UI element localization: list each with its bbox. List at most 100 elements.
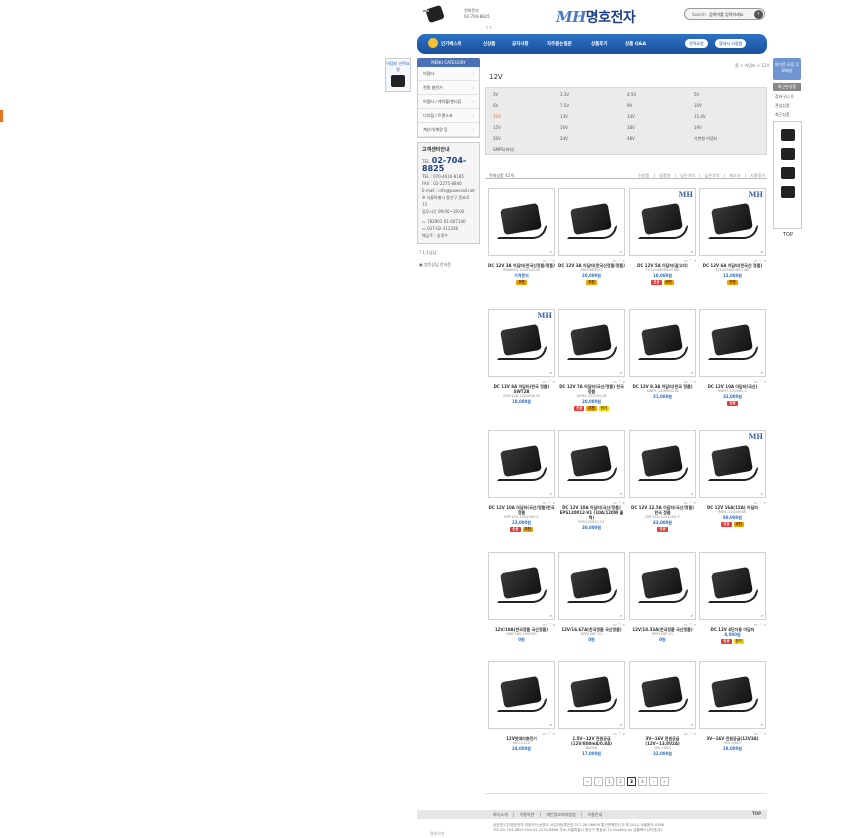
zoom-icon[interactable]: ⌕: [691, 249, 693, 254]
subcategory-link[interactable]: 5V: [694, 92, 699, 97]
zoom-icon[interactable]: ⌕: [691, 613, 693, 618]
page-button[interactable]: «: [583, 777, 592, 786]
invoice-button[interactable]: 명세서 사용법: [715, 39, 747, 48]
product-card[interactable]: ⌕ ▭ ♡ ⌕ 12V/16.67A(한국정품 국산정품) EPP200F-V1 0원: [558, 552, 625, 664]
zoom-icon[interactable]: ⌕: [620, 491, 622, 496]
subcategory-link[interactable]: 9V: [627, 103, 632, 108]
zoom-icon[interactable]: ⌕: [550, 491, 552, 496]
page-button[interactable]: »: [660, 777, 669, 786]
product-image[interactable]: ⌕: [558, 552, 625, 620]
page-button[interactable]: 3: [627, 777, 636, 786]
subcategory-link[interactable]: 3.3V: [560, 92, 569, 97]
product-name[interactable]: 3V~16V 전원공급 (12V~13.8V2A): [645, 736, 680, 746]
product-card[interactable]: ⌕ ▭ ♡ ⌕ DC 12V 8.3A 아답터(한국 정품) SWPF-1200000…: [629, 309, 696, 421]
product-image[interactable]: MH ⌕: [488, 309, 555, 377]
subcategory-link[interactable]: 15.4V: [694, 114, 706, 119]
zoom-icon[interactable]: ⌕: [550, 722, 552, 727]
product-name[interactable]: DC 12V 7A 아답터(국산/정품) 한국 정품: [559, 384, 624, 394]
product-image[interactable]: ⌕: [558, 309, 625, 377]
banner-arrows[interactable]: ‹ ›: [486, 25, 492, 31]
footer-links[interactable]: 회사소개 | 이용약관 | 개인정보처리방침 | 이용안내: [493, 812, 602, 818]
zoom-icon[interactable]: ⌕: [691, 491, 693, 496]
quick-banner[interactable]: 아이콘 모음 무료배송: [773, 58, 801, 80]
recent-thumb[interactable]: [780, 129, 795, 141]
sort-low-price[interactable]: 낮은가격: [680, 173, 695, 178]
zoom-icon[interactable]: ⌕: [691, 370, 693, 375]
zoom-icon[interactable]: ⌕: [761, 370, 763, 375]
subcategory-link[interactable]: 24V: [560, 136, 568, 141]
category-item[interactable]: 어댑터: [418, 67, 479, 81]
category-item[interactable]: 어댑터 / 케이블/젠더류: [418, 95, 479, 109]
page-button[interactable]: ›: [649, 777, 658, 786]
quick-wish[interactable]: 관심상품: [773, 103, 803, 109]
product-card[interactable]: ⌕ ▭ ♡ ⌕ 12V/10A(한국정품 국산정품) SWF160-1000SG 0원: [488, 552, 555, 664]
recent-thumb[interactable]: [780, 148, 795, 160]
quick-recent[interactable]: 최근상품: [773, 112, 803, 118]
sort-new[interactable]: 신상품: [638, 173, 649, 178]
zoom-icon[interactable]: ⌕: [620, 722, 622, 727]
product-image[interactable]: ⌕: [699, 661, 766, 729]
product-name[interactable]: DC 12V 8A 아답터(한국 정품) SWT2B: [494, 384, 550, 394]
product-card[interactable]: MH ⌕ ▭ ♡ ⌕ DC 12V 8A 아답터(한국 정품) SWT2B SW2108…: [488, 309, 555, 421]
nav-notice[interactable]: 공지사항: [512, 41, 529, 47]
zoom-icon[interactable]: ⌕: [550, 613, 552, 618]
page-button[interactable]: 2: [616, 777, 625, 786]
product-image[interactable]: MH ⌕: [629, 188, 696, 256]
subcategory-link[interactable]: 3V: [493, 92, 498, 97]
subcategory-link[interactable]: SMPS(파워): [493, 147, 514, 153]
subcategory-link[interactable]: 4.5V: [627, 92, 636, 97]
product-card[interactable]: MH ⌕ ▭ ♡ ⌕ DC 12V 6A 아답터(한국산 정품) TY1205000(K…: [699, 188, 766, 300]
search-button[interactable]: ›: [754, 10, 763, 19]
zoom-icon[interactable]: ⌕: [620, 249, 622, 254]
sort-high-price[interactable]: 높은가격: [705, 173, 720, 178]
product-card[interactable]: ⌕ ▭ ♡ ⌕ DC 12V 10A 아답터(국산/정품) EPS120012-V1…: [558, 430, 625, 542]
subcategory-link[interactable]: 15V: [493, 125, 501, 130]
recent-thumb[interactable]: [780, 186, 795, 198]
footer-top-button[interactable]: TOP: [752, 811, 761, 816]
subcategory-link[interactable]: 13V: [560, 114, 568, 119]
product-image[interactable]: ⌕: [558, 188, 625, 256]
product-image[interactable]: ⌕: [488, 188, 555, 256]
page-button[interactable]: ‹: [594, 777, 603, 786]
product-image[interactable]: ⌕: [488, 552, 555, 620]
product-image[interactable]: ⌕: [629, 430, 696, 498]
product-name[interactable]: DC 12V 10A 아답터(국산/정품) EPS120012-V1 (10A/…: [560, 505, 624, 520]
product-image[interactable]: ⌕: [558, 430, 625, 498]
zoom-icon[interactable]: ⌕: [620, 370, 622, 375]
product-image[interactable]: ⌕: [629, 661, 696, 729]
product-name[interactable]: DC 12V 10A 아답터(국산/정품)한국 정품: [489, 505, 555, 515]
subcategory-link[interactable]: 가변형 어댑터: [694, 136, 717, 142]
sort-maker[interactable]: 제조사: [729, 173, 740, 178]
page-button[interactable]: 1: [605, 777, 614, 786]
subcategory-link[interactable]: 14V: [627, 114, 635, 119]
product-image[interactable]: ⌕: [558, 661, 625, 729]
category-item[interactable]: 계산기/계량 등: [418, 123, 479, 137]
nav-review[interactable]: 상품후기: [591, 41, 608, 47]
product-card[interactable]: ⌕ ▭ ♡ ⌕ 1.5V~12V 전원공급 (12V/800mA/0.8A) 800S…: [558, 661, 625, 773]
product-image[interactable]: ⌕: [488, 661, 555, 729]
quick-cart[interactable]: 장바구니 0: [773, 94, 803, 100]
category-item[interactable]: 전원 충전기: [418, 81, 479, 95]
subcategory-link[interactable]: 12V: [493, 114, 501, 119]
zoom-icon[interactable]: ⌕: [761, 613, 763, 618]
zoom-icon[interactable]: ⌕: [620, 613, 622, 618]
product-name[interactable]: 1.5V~12V 전원공급 (12V/800mA/0.8A): [571, 736, 612, 746]
product-card[interactable]: ⌕ ▭ ♡ ⌕ DC 12V 3A 아답터(한국산정품/정품) SMR045-1202…: [488, 188, 555, 300]
product-image[interactable]: ⌕: [629, 552, 696, 620]
zoom-icon[interactable]: ⌕: [550, 370, 552, 375]
product-card[interactable]: ⌕ ▭ ♡ ⌕ DC 12V 3A 아답터(한국산정품/정품) MS-Y36IP-VT…: [558, 188, 625, 300]
nav-best[interactable]: 인기베스트: [441, 41, 462, 47]
zoom-icon[interactable]: ⌕: [550, 249, 552, 254]
product-card[interactable]: ⌕ ▭ ♡ ⌕ 3V~16V 전원공급(12V3A) MH-3000 28,000원: [699, 661, 766, 773]
product-image[interactable]: ⌕: [699, 552, 766, 620]
product-image[interactable]: MH ⌕: [699, 188, 766, 256]
search-input[interactable]: 검색어를 입력하세요: [709, 12, 743, 18]
zoom-icon[interactable]: ⌕: [691, 722, 693, 727]
search-box[interactable]: Search 검색어를 입력하세요 ›: [684, 8, 765, 20]
product-card[interactable]: ⌕ ▭ ♡ ⌕ DC 12V 12.5A 아답터(국산/정품) 한국 정품 DPF15…: [629, 430, 696, 542]
consult-link[interactable]: ? 1:1상담: [417, 250, 480, 256]
nav-new[interactable]: 신상품: [483, 41, 495, 47]
product-image[interactable]: ⌕: [488, 430, 555, 498]
zoom-icon[interactable]: ⌕: [761, 722, 763, 727]
product-card[interactable]: ⌕ ▭ ♡ ⌕ DC 12V 10A 아답터(국산/정품)한국 정품 DPF120-1…: [488, 430, 555, 542]
